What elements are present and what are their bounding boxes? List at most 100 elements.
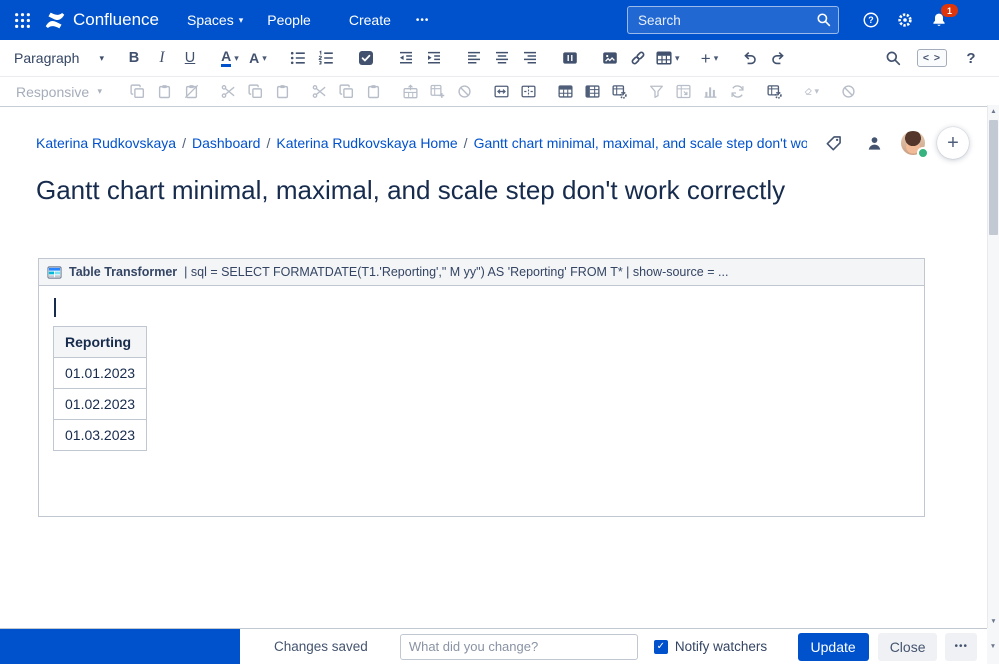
search-input[interactable] [627,6,839,34]
breadcrumb-link-dashboard[interactable]: Dashboard [192,135,261,151]
table-row: 01.02.2023 [52,388,148,420]
scroll-down-arrow[interactable]: ▼ [988,618,999,625]
pivot-table-icon [676,84,691,99]
numbered-list-button[interactable] [312,43,340,73]
chart-from-table-icon [703,84,718,99]
macro-body[interactable]: Reporting 01.01.2023 01.02.2023 01.03.20… [39,286,924,516]
notify-watchers-checkbox[interactable]: ✓ [653,639,668,654]
table-mode-dropdown[interactable]: Responsive ▾ [10,83,108,101]
vertical-scrollbar[interactable]: ▲ ▼ [987,105,999,628]
scroll-up-arrow[interactable]: ▲ [988,108,999,115]
insert-more-dropdown[interactable]: + ▾ [696,43,724,73]
nav-spaces[interactable]: Spaces ▾ [175,5,255,35]
insert-link-button[interactable] [624,43,652,73]
paste-row-button[interactable] [360,80,387,104]
text-cursor [54,298,56,317]
merge-cells-button[interactable] [488,80,515,104]
table-icon [656,50,672,66]
table-cell[interactable]: 01.03.2023 [52,419,148,451]
notifications-button[interactable]: 1 [925,4,958,34]
numbered-list-icon [318,50,334,66]
footer-more-button[interactable]: ••• [945,632,977,661]
insert-image-button[interactable] [596,43,624,73]
update-button[interactable]: Update [797,632,869,661]
text-color-dropdown[interactable]: A ▾ [216,43,244,73]
settings-button[interactable] [891,6,919,34]
header-column-button[interactable] [579,80,606,104]
align-right-button[interactable] [516,43,544,73]
save-status-text: Changes saved [274,639,368,654]
chart-from-table-button[interactable] [697,80,724,104]
insert-table-dropdown[interactable]: ▾ [652,43,684,73]
copy-row-button[interactable] [333,80,360,104]
nav-people[interactable]: People [255,5,323,35]
watchers-button[interactable] [860,134,889,153]
align-left-button[interactable] [460,43,488,73]
scrollbar-thumb[interactable] [989,120,998,235]
notify-watchers-label[interactable]: Notify watchers [675,639,767,654]
add-cell-button[interactable] [424,80,451,104]
underline-button[interactable]: U [176,43,204,73]
undo-button[interactable] [736,43,764,73]
split-cells-button[interactable] [515,80,542,104]
delete-cell-button[interactable] [451,80,478,104]
table-cell[interactable]: 01.02.2023 [52,388,148,420]
copy-button[interactable] [242,80,269,104]
clear-formatting-dropdown[interactable]: ▾ [798,80,825,104]
search-icon[interactable] [816,12,831,27]
pivot-table-button[interactable] [670,80,697,104]
table-cell[interactable]: 01.01.2023 [52,357,148,389]
breadcrumb-link-home[interactable]: Katerina Rudkovskaya Home [276,135,457,151]
transform-table-button[interactable] [724,80,751,104]
indent-button[interactable] [420,43,448,73]
insert-row-button[interactable] [397,80,424,104]
page-actions: + [807,127,969,159]
task-list-button[interactable] [352,43,380,73]
editor-help-button[interactable]: ? [957,43,985,73]
close-button[interactable]: Close [877,632,938,661]
table-header-cell[interactable]: Reporting [52,326,148,358]
bullet-list-button[interactable] [284,43,312,73]
more-formatting-dropdown[interactable]: A ▾ [244,43,272,73]
row-numbering-button[interactable] [606,80,633,104]
confluence-logo[interactable]: Confluence [38,10,175,30]
breadcrumb-link-user[interactable]: Katerina Rudkovskaya [36,135,176,151]
cut-button[interactable] [215,80,242,104]
cut-row-button[interactable] [306,80,333,104]
quick-add-button[interactable]: + [937,127,969,159]
redo-button[interactable] [764,43,792,73]
outdent-button[interactable] [392,43,420,73]
find-replace-button[interactable] [879,43,907,73]
paste-options-button[interactable] [178,80,205,104]
page-title-input[interactable]: Gantt chart minimal, maximal, and scale … [36,175,963,206]
table-settings-button[interactable] [761,80,788,104]
create-button[interactable]: Create [335,6,405,34]
header-row-button[interactable] [552,80,579,104]
paragraph-style-dropdown[interactable]: Paragraph ▾ [10,43,108,73]
create-more-button[interactable]: ••• [408,9,438,32]
paste-table-button[interactable] [151,80,178,104]
version-comment-input[interactable] [399,633,638,660]
macro-header[interactable]: Table Transformer | sql = SELECT FORMATD… [39,259,924,286]
task-checkbox-icon [358,50,374,66]
user-avatar[interactable] [963,6,991,34]
labels-button[interactable] [819,134,848,153]
bold-button[interactable]: B [120,43,148,73]
paste-row-icon [366,84,381,99]
align-center-button[interactable] [488,43,516,73]
help-button[interactable] [857,6,885,34]
collaborator-avatar[interactable] [901,131,929,159]
app-switcher-button[interactable] [6,5,38,35]
page-layout-button[interactable] [556,43,584,73]
copy-table-button[interactable] [124,80,151,104]
breadcrumb-link-page[interactable]: Gantt chart minimal, maximal, and scale … [474,135,807,151]
paste-button[interactable] [269,80,296,104]
italic-button[interactable]: I [148,43,176,73]
scrollbar-corner[interactable]: ▼ [987,628,999,664]
disabled-tool-button[interactable] [835,80,862,104]
app-switcher-icon [14,12,31,29]
filter-table-button[interactable] [643,80,670,104]
source-editor-button[interactable]: < > [916,49,947,67]
table-transformer-macro[interactable]: Table Transformer | sql = SELECT FORMATD… [38,258,925,517]
eraser-icon [804,84,812,99]
